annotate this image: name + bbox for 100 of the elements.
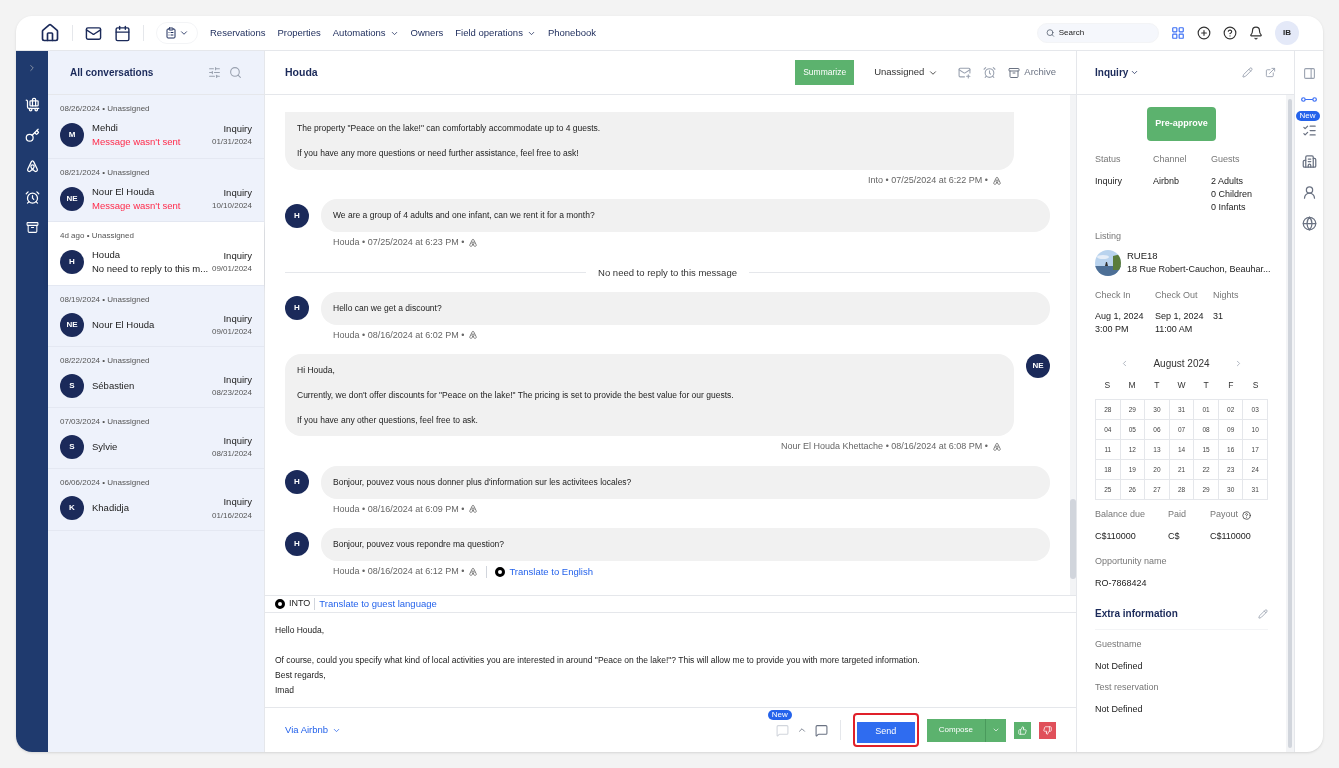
calendar-icon[interactable] <box>114 24 131 42</box>
connection-icon[interactable] <box>1301 96 1317 103</box>
field-value: Not Defined <box>1095 702 1144 716</box>
field-label: Nights <box>1213 288 1240 302</box>
expand-icon[interactable] <box>796 725 807 735</box>
conversation-name: Mehdi <box>92 121 119 135</box>
field-value: C$ <box>1168 529 1181 543</box>
conversation-preview: Message wasn't sent <box>92 198 182 213</box>
message-meta: Houda • 08/16/2024 at 6:12 PM • <box>333 565 465 579</box>
translate-link[interactable]: Translate to guest language <box>319 596 437 612</box>
conversation-status: Inquiry <box>223 249 252 264</box>
search-field[interactable]: Search <box>1037 23 1159 43</box>
avatar: H <box>285 532 309 557</box>
person-icon[interactable] <box>1301 185 1317 200</box>
airbnb-icon <box>992 175 1002 186</box>
avatar: NE <box>60 312 84 337</box>
notifications-icon[interactable] <box>1249 26 1263 40</box>
calendar-month: August 2024 <box>1153 357 1210 372</box>
checklist-icon[interactable] <box>1301 123 1317 138</box>
search-input[interactable]: Search <box>1058 27 1150 39</box>
conversation-name: Houda <box>92 248 121 262</box>
message-bubble: We are a group of 4 adults and one infant, can we rent it for a month? <box>321 199 1050 232</box>
avatar: H <box>285 203 309 228</box>
conversation-meta: 07/03/2024 • Unassigned <box>60 416 151 428</box>
chevron-down-icon <box>179 28 189 38</box>
thumbs-up-button[interactable] <box>1014 721 1031 739</box>
field-label: Status <box>1095 153 1122 166</box>
nav-link[interactable]: Properties <box>277 25 321 41</box>
thumbs-up-icon <box>1018 725 1027 735</box>
nav-link[interactable]: Field operations <box>455 25 536 41</box>
conversation-status: Inquiry <box>223 495 252 510</box>
nav-link[interactable]: Automations <box>332 25 399 41</box>
globe-icon[interactable] <box>1301 216 1317 231</box>
message-meta: Into • 07/25/2024 at 6:22 PM • <box>868 173 988 187</box>
weekday-label: S <box>1103 379 1112 393</box>
clipboard-icon <box>165 27 177 39</box>
send-button[interactable]: Send <box>856 721 915 743</box>
field-value: C$110000 <box>1095 529 1137 543</box>
key-icon[interactable] <box>24 128 40 143</box>
weekday-label: T <box>1202 379 1210 393</box>
field-value: C$110000 <box>1210 529 1252 543</box>
nav-link[interactable]: Phonebook <box>547 25 596 41</box>
airbnb-icon <box>992 442 1002 452</box>
luggage-icon[interactable] <box>24 97 40 112</box>
help-icon[interactable] <box>1223 26 1237 40</box>
message-bubble: Bonjour, pouvez vous nous donner plus d'information sur les activitees locales? <box>321 465 1050 499</box>
conversation-item[interactable]: 4d ago • Unassigned H Houda No need to reply to this m... Inquiry 09/01/2024 <box>48 222 264 286</box>
nav-link[interactable]: Owners <box>410 25 444 41</box>
conversation-status: Inquiry <box>223 311 252 326</box>
thumbs-down-button[interactable] <box>1039 721 1056 739</box>
airbnb-icon[interactable] <box>24 159 40 174</box>
user-avatar[interactable]: IB <box>1275 21 1299 45</box>
conversation-meta: 08/22/2024 • Unassigned <box>60 354 151 367</box>
message-text: Hi Houda, <box>297 364 336 377</box>
expand-icon[interactable] <box>27 63 37 73</box>
field-value: Sep 1, 2024 11:00 AM <box>1155 310 1205 337</box>
inquiry-dropdown[interactable]: Inquiry <box>1095 65 1230 80</box>
chevron-down-icon <box>992 726 1000 734</box>
archive-button[interactable]: Archive <box>1008 65 1056 80</box>
message-meta: Nour El Houda Khettache • 08/16/2024 at 6:08 PM • <box>781 440 988 454</box>
system-note: No need to reply to this message <box>598 265 737 280</box>
open-icon[interactable] <box>1265 67 1276 78</box>
alarm-icon[interactable] <box>24 190 40 205</box>
channel-dropdown[interactable]: Via Airbnb <box>285 722 342 738</box>
avatar: NE <box>1026 354 1050 378</box>
panel-icon[interactable] <box>1302 67 1316 80</box>
note-icon[interactable] <box>814 723 828 737</box>
apps-icon[interactable] <box>1171 26 1185 40</box>
add-icon[interactable] <box>1197 26 1211 40</box>
conversation-meta: 08/26/2024 • Unassigned <box>60 103 151 115</box>
openai-icon <box>495 566 506 577</box>
message-input[interactable]: Hello Houda, Of course, could you specify what kind of local activities you are interested in around "Peace on the lake!"? This will allow me to provide you with more targeted information. Best regards, Imad <box>265 613 1076 708</box>
chevron-down-icon <box>1130 68 1140 77</box>
listing-address: 18 Rue Robert-Cauchon, Beauhar... <box>1127 263 1268 277</box>
assignee-dropdown[interactable]: Unassigned <box>866 65 947 80</box>
avatar: K <box>60 496 84 521</box>
field-value: RO-7868424 <box>1095 576 1148 590</box>
field-label: Channel <box>1153 153 1188 166</box>
avatar: S <box>60 435 84 460</box>
listing-name: RUE18 <box>1127 249 1159 263</box>
weekday-label: F <box>1227 379 1235 393</box>
field-value: Inquiry <box>1095 174 1123 188</box>
nav-link[interactable]: Reservations <box>210 25 266 41</box>
field-label: Payout <box>1210 508 1239 522</box>
weekday-label: T <box>1153 379 1161 393</box>
field-label: Opportunity name <box>1095 555 1168 569</box>
archive-icon[interactable] <box>25 221 39 234</box>
building-icon[interactable] <box>1301 154 1317 169</box>
message-meta: Houda • 07/25/2024 at 6:23 PM • <box>333 236 465 249</box>
translate-link[interactable]: Translate to English <box>509 564 593 579</box>
conversation-status: Inquiry <box>223 372 252 387</box>
mail-icon[interactable] <box>85 24 102 42</box>
home-icon[interactable] <box>40 23 60 43</box>
weekday-label: W <box>1176 379 1187 393</box>
conversation-date: 08/31/2024 <box>211 448 252 461</box>
archive-icon <box>1008 66 1021 79</box>
section-title: Extra information <box>1095 607 1179 622</box>
filter-icon[interactable] <box>208 66 221 79</box>
field-value: Airbnb <box>1153 174 1180 188</box>
message-meta: Houda • 08/16/2024 at 6:02 PM • <box>333 328 465 342</box>
